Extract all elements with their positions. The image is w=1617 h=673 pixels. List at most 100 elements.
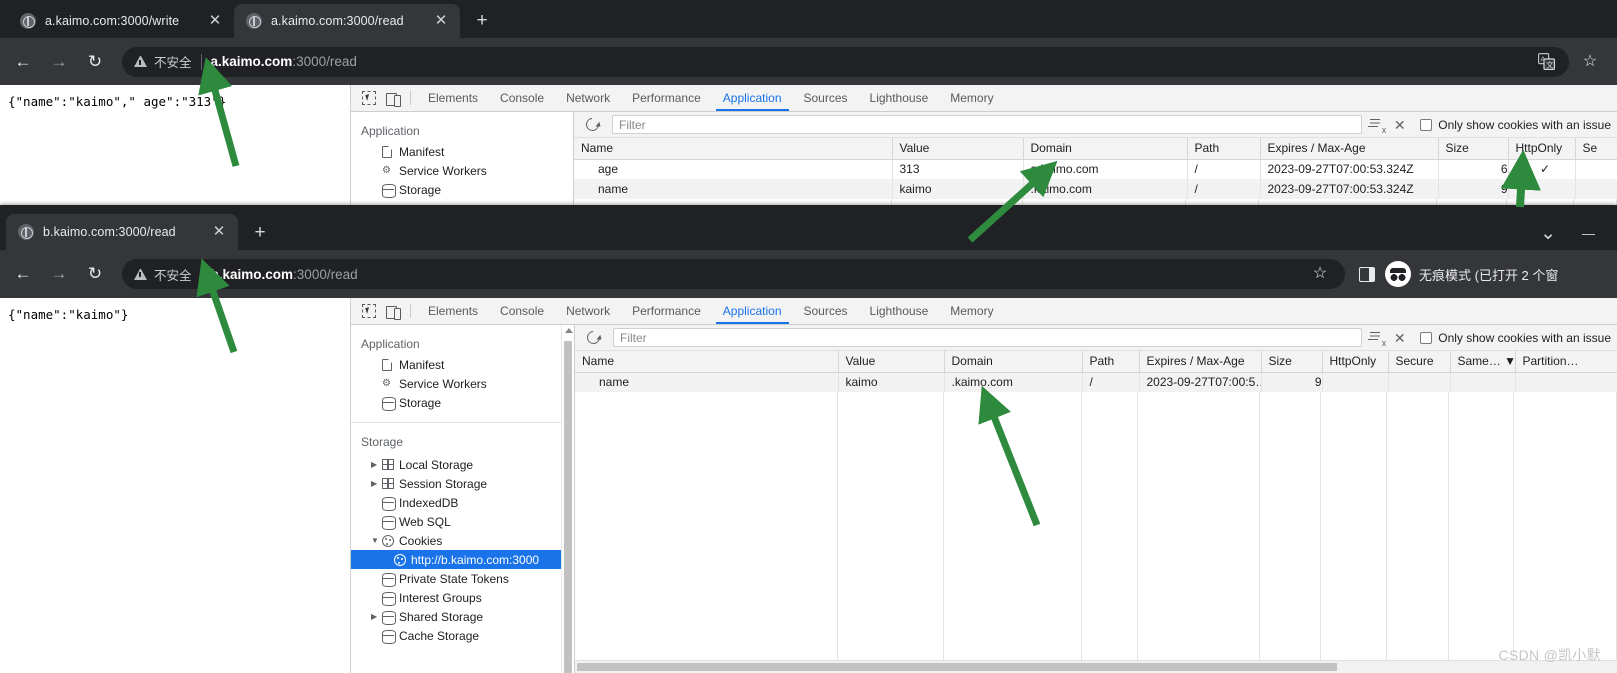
col-size[interactable]: Size [1438, 138, 1509, 160]
clear-filter-icon[interactable] [1368, 118, 1386, 135]
scrollbar-thumb[interactable] [564, 341, 572, 673]
devtools-tab-console[interactable]: Console [489, 298, 555, 324]
only-issues-checkbox-wrap[interactable]: Only show cookies with an issue [1420, 118, 1611, 132]
sidebar-item-storage[interactable]: ▶ Storage [351, 393, 561, 412]
sidebar-item-private-state-tokens[interactable]: ▶ Private State Tokens [351, 569, 561, 588]
devtools-tab-network[interactable]: Network [555, 85, 621, 111]
devtools-tab-application[interactable]: Application [712, 298, 793, 324]
chevron-right-icon[interactable]: ▶ [371, 474, 382, 493]
col-name[interactable]: Name [574, 138, 893, 160]
devtools-tab-performance[interactable]: Performance [621, 298, 712, 324]
col-domain[interactable]: Domain [944, 351, 1083, 373]
bookmark-star-icon[interactable]: ☆ [1575, 47, 1605, 77]
bookmark-star-icon[interactable]: ☆ [1305, 259, 1335, 289]
devtools-tab-network[interactable]: Network [555, 298, 621, 324]
col-expires[interactable]: Expires / Max-Age [1260, 138, 1439, 160]
table-row[interactable]: age 313 a.kaimo.com / 2023-09-27T07:00:5… [574, 159, 1617, 179]
sidebar-item-web-sql[interactable]: ▶ Web SQL [351, 512, 561, 531]
chevron-right-icon[interactable]: ▶ [371, 455, 382, 474]
sidebar-item-cache-storage[interactable]: ▶ Cache Storage [351, 626, 561, 645]
devtools-tab-lighthouse[interactable]: Lighthouse [859, 298, 940, 324]
only-issues-checkbox[interactable] [1420, 331, 1433, 344]
table-horizontal-scrollbar[interactable] [575, 660, 1617, 673]
sidebar-item-indexeddb[interactable]: ▶ IndexedDB [351, 493, 561, 512]
incognito-indicator[interactable]: 无痕模式 (已打开 2 个窗 [1385, 261, 1560, 287]
new-tab-button[interactable]: + [468, 7, 496, 35]
devtools-tab-console[interactable]: Console [489, 85, 555, 111]
sidebar-item-shared-storage[interactable]: ▶ Shared Storage [351, 607, 561, 626]
refresh-icon[interactable] [584, 328, 603, 347]
tab-a-write[interactable]: a.kaimo.com:3000/write ✕ [8, 4, 234, 38]
col-path[interactable]: Path [1187, 138, 1261, 160]
sidebar-scrollbar[interactable] [561, 325, 574, 673]
scrollbar-thumb[interactable] [577, 663, 1337, 671]
side-panel-icon[interactable] [1359, 266, 1375, 282]
sidebar-item-manifest[interactable]: ▶ Manifest [351, 355, 561, 374]
forward-button[interactable]: → [44, 259, 74, 289]
close-icon[interactable]: ✕ [1391, 331, 1408, 345]
devtools-tab-application[interactable]: Application [712, 85, 793, 111]
filter-input[interactable] [612, 115, 1363, 134]
inspect-element-button[interactable] [356, 85, 381, 111]
forward-button[interactable]: → [44, 47, 74, 77]
back-button[interactable]: ← [8, 259, 38, 289]
close-icon[interactable]: ✕ [432, 12, 450, 30]
col-samesite[interactable]: Same… ▼ [1450, 351, 1516, 373]
filter-input[interactable] [613, 328, 1363, 347]
col-value[interactable]: Value [892, 138, 1024, 160]
minimize-button[interactable]: — [1582, 226, 1595, 241]
only-issues-checkbox-wrap[interactable]: Only show cookies with an issue [1420, 331, 1611, 345]
sidebar-item-service-workers[interactable]: ▶ ⚙ Service Workers [351, 374, 561, 393]
new-tab-button[interactable]: + [246, 219, 274, 247]
col-httponly[interactable]: HttpOnly [1508, 138, 1576, 160]
scroll-up-arrow-icon[interactable] [565, 328, 573, 333]
col-expires[interactable]: Expires / Max-Age [1139, 351, 1262, 373]
refresh-icon[interactable] [583, 115, 602, 134]
clear-filter-icon[interactable] [1368, 331, 1386, 348]
close-icon[interactable]: ✕ [1391, 118, 1408, 132]
close-icon[interactable]: ✕ [210, 223, 228, 241]
chevron-right-icon[interactable]: ▶ [371, 607, 382, 626]
reload-button[interactable]: ↻ [80, 47, 110, 77]
devtools-tab-memory[interactable]: Memory [939, 298, 1004, 324]
collapse-chevron-icon[interactable]: ⌄ [1540, 224, 1556, 243]
chevron-down-icon[interactable]: ▼ [371, 531, 382, 550]
devtools-tab-memory[interactable]: Memory [939, 85, 1004, 111]
devtools-tab-elements[interactable]: Elements [417, 85, 489, 111]
close-icon[interactable]: ✕ [206, 12, 224, 30]
translate-icon[interactable]: A 文 [1538, 53, 1555, 70]
only-issues-checkbox[interactable] [1420, 118, 1433, 131]
sidebar-item-cookies[interactable]: ▼ Cookies [351, 531, 561, 550]
col-partition-key[interactable]: Partition… [1515, 351, 1617, 373]
col-domain[interactable]: Domain [1023, 138, 1188, 160]
table-row[interactable]: name kaimo .kaimo.com / 2023-09-27T07:00… [575, 372, 1617, 392]
sidebar-item-service-workers[interactable]: ▶ ⚙ Service Workers [351, 161, 573, 180]
sidebar-item-interest-groups[interactable]: ▶ Interest Groups [351, 588, 561, 607]
sidebar-item-cookie-origin[interactable]: ▶ http://b.kaimo.com:3000 [351, 550, 561, 569]
tab-b-read[interactable]: b.kaimo.com:3000/read ✕ [6, 214, 238, 250]
back-button[interactable]: ← [8, 47, 38, 77]
col-httponly[interactable]: HttpOnly [1322, 351, 1389, 373]
col-value[interactable]: Value [838, 351, 945, 373]
inspect-element-button[interactable] [356, 298, 381, 324]
col-path[interactable]: Path [1082, 351, 1140, 373]
address-bar[interactable]: 不安全 b.kaimo.com:3000/read ☆ [122, 259, 1345, 289]
col-secure[interactable]: Se [1575, 138, 1617, 160]
sidebar-item-storage[interactable]: ▶ Storage [351, 180, 573, 199]
tab-a-read[interactable]: a.kaimo.com:3000/read ✕ [234, 4, 460, 38]
sidebar-item-local-storage[interactable]: ▶ Local Storage [351, 455, 561, 474]
sidebar-item-session-storage[interactable]: ▶ Session Storage [351, 474, 561, 493]
table-row[interactable]: name kaimo .kaimo.com / 2023-09-27T07:00… [574, 179, 1617, 199]
devtools-tab-elements[interactable]: Elements [417, 298, 489, 324]
device-toolbar-button[interactable] [381, 85, 406, 111]
col-size[interactable]: Size [1261, 351, 1323, 373]
devtools-tab-performance[interactable]: Performance [621, 85, 712, 111]
col-name[interactable]: Name [575, 351, 839, 373]
devtools-tab-lighthouse[interactable]: Lighthouse [859, 85, 940, 111]
sidebar-item-manifest[interactable]: ▶ Manifest [351, 142, 573, 161]
device-toolbar-button[interactable] [381, 298, 406, 324]
reload-button[interactable]: ↻ [80, 259, 110, 289]
col-secure[interactable]: Secure [1388, 351, 1451, 373]
devtools-tab-sources[interactable]: Sources [793, 85, 859, 111]
address-bar[interactable]: 不安全 a.kaimo.com:3000/read A 文 [122, 46, 1569, 77]
